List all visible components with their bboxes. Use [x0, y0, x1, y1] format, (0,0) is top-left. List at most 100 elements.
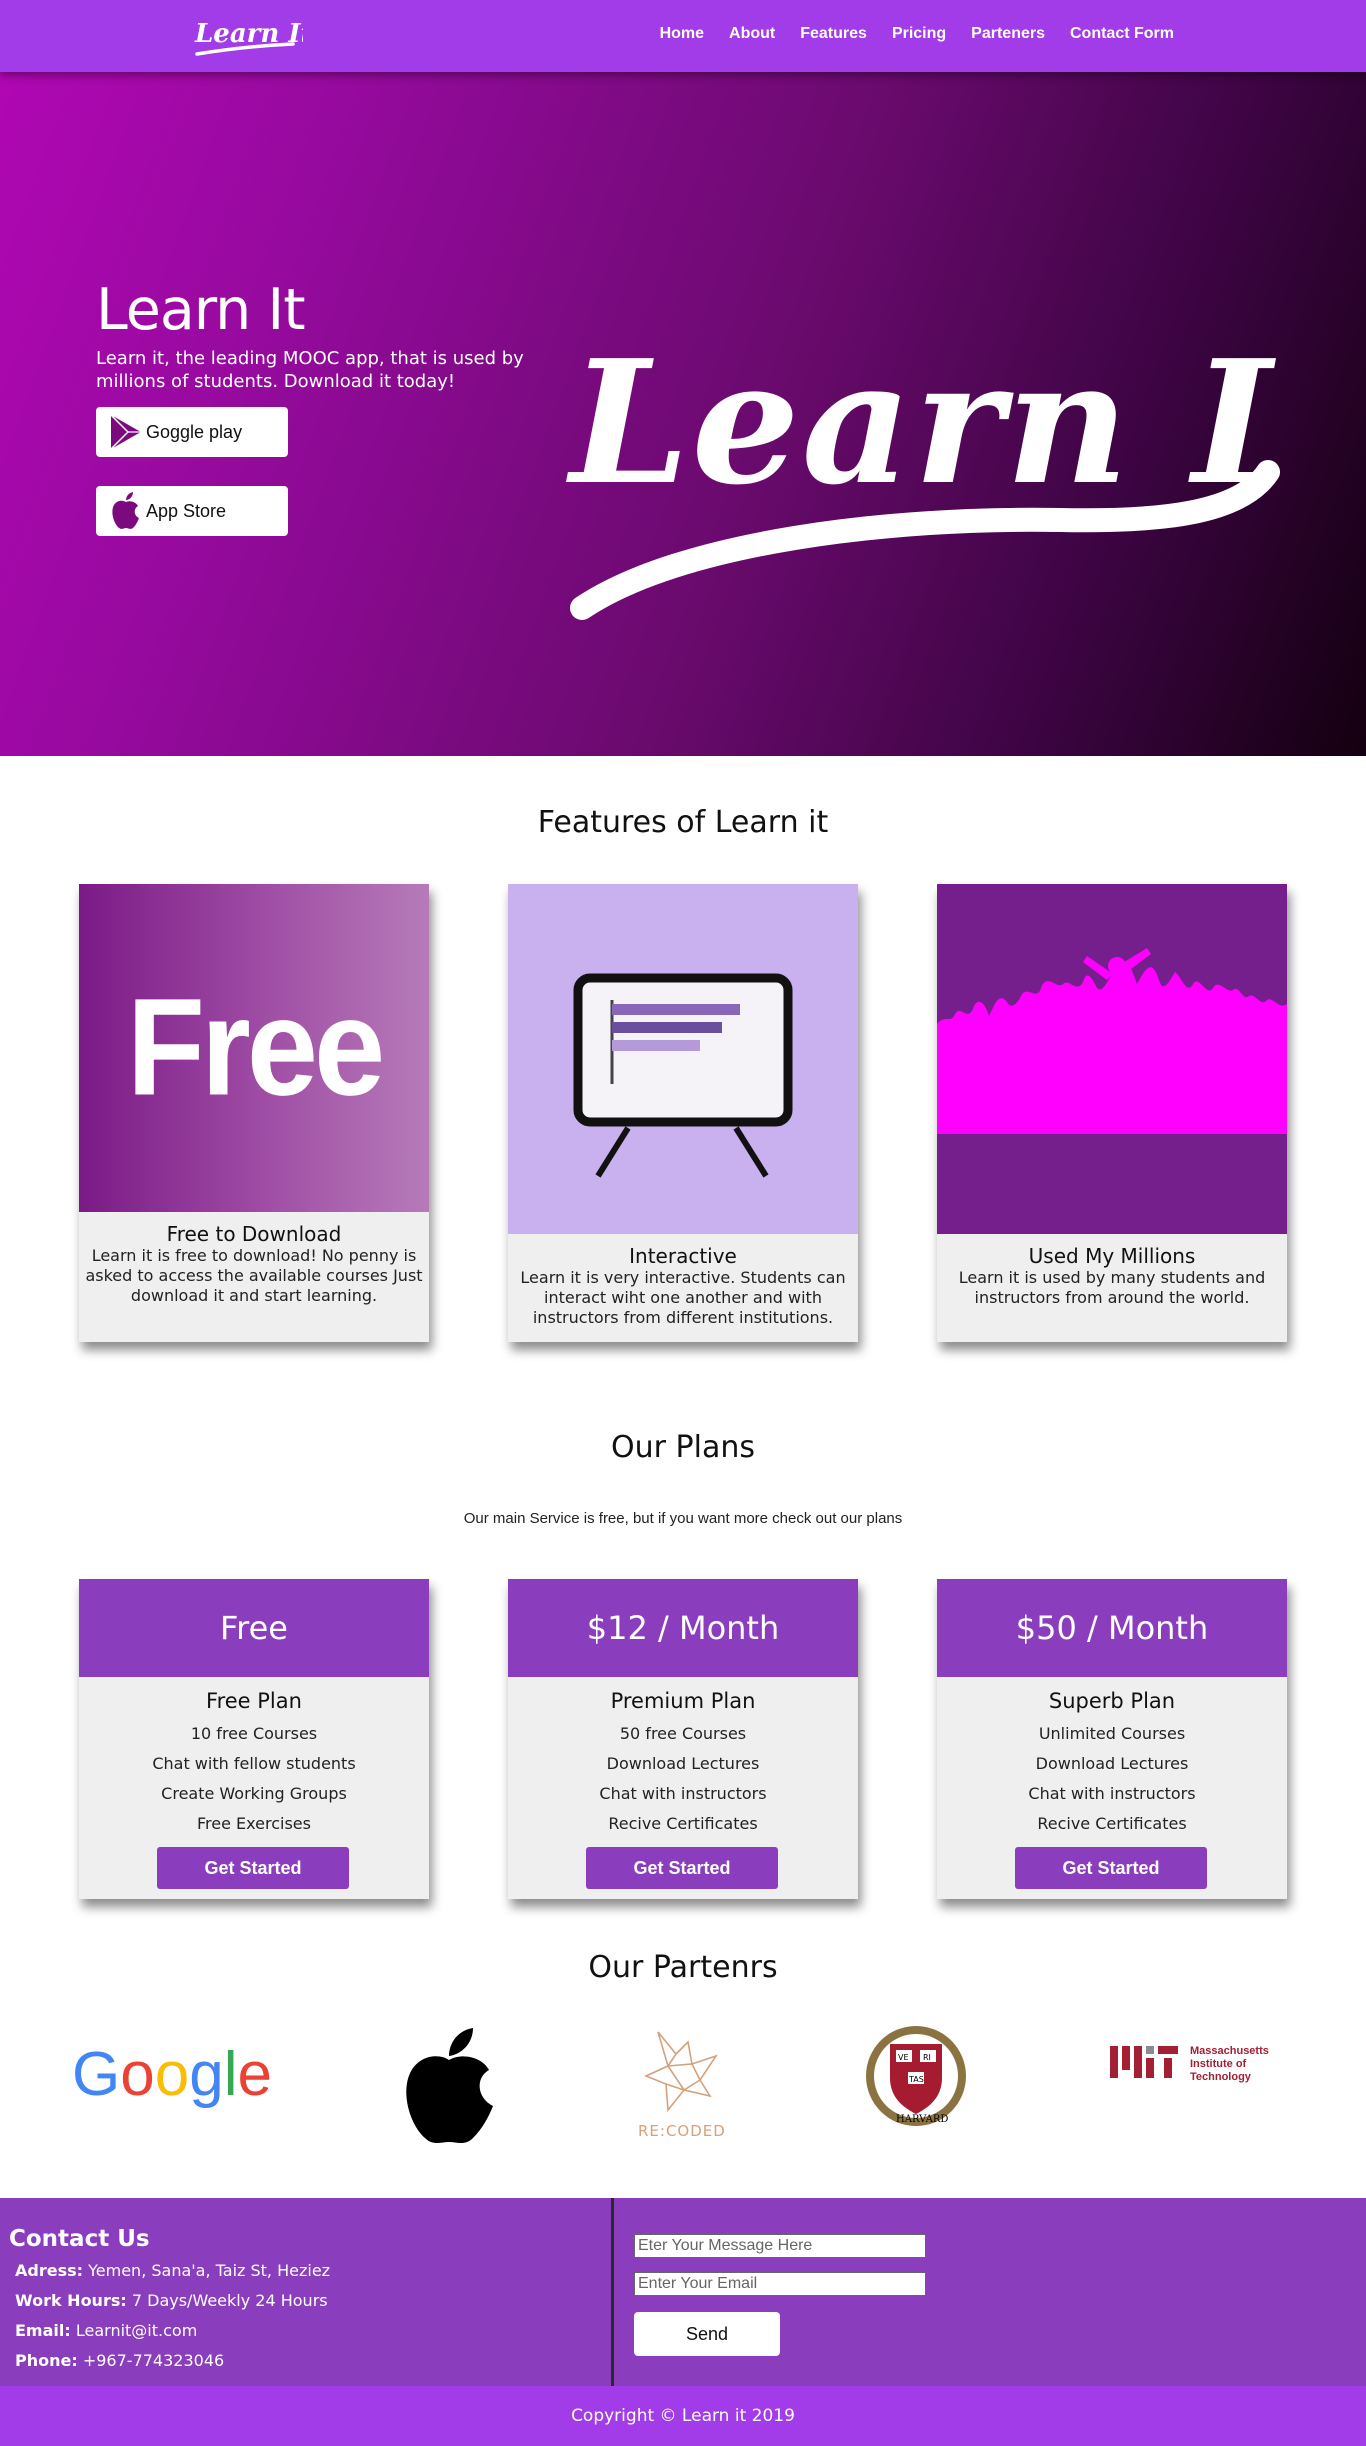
svg-text:Institute of: Institute of [1190, 2058, 1247, 2070]
plan-price: Free [79, 1579, 429, 1677]
features-title: Features of Learn it [537, 805, 829, 840]
plan-features: 50 free Courses Download Lectures Chat w… [508, 1719, 858, 1839]
google-play-button[interactable]: Goggle play [96, 407, 288, 457]
contact-address: Adress: Yemen, Sana'a, Taiz St, Heziez [15, 2261, 330, 2280]
plan-feature-item: Free Exercises [197, 1814, 311, 1833]
mit-logo: Massachusetts Institute of Technology [1110, 2045, 1269, 2083]
phone-value: +967-774323046 [82, 2351, 225, 2370]
svg-text:Learn It: Learn It [566, 323, 1280, 523]
plan-feature-item: Chat with instructors [1028, 1784, 1196, 1803]
plan-feature-item: Create Working Groups [161, 1784, 347, 1803]
hero-logo-wordmark: Learn It [566, 323, 1280, 620]
get-started-button[interactable]: Get Started [586, 1847, 778, 1889]
svg-text:HARVARD: HARVARD [896, 2114, 948, 2125]
contact-section: Contact Us Adress: Yemen, Sana'a, Taiz S… [0, 2198, 1366, 2386]
email-label: Email: [15, 2321, 71, 2340]
plan-price: $50 / Month [937, 1579, 1287, 1677]
plan-name: Superb Plan [1048, 1689, 1176, 1713]
svg-text:RI: RI [923, 2053, 931, 2062]
nav-link-about[interactable]: About [729, 25, 775, 43]
svg-text:RE:CODED: RE:CODED [638, 2122, 726, 2140]
send-button[interactable]: Send [634, 2312, 780, 2356]
presentation-image [508, 884, 858, 1234]
hero-title: Learn It [96, 277, 306, 343]
feature-card-interactive: Interactive Learn it is very interactive… [508, 884, 858, 1342]
plan-feature-item: 10 free Courses [190, 1724, 318, 1743]
mit-logo-bars [1110, 2046, 1178, 2078]
svg-text:TAS: TAS [908, 2075, 924, 2084]
hours-value: 7 Days/Weekly 24 Hours [131, 2291, 328, 2310]
plan-name: Premium Plan [610, 1689, 756, 1713]
feature-text: Learn it is used by many students and in… [958, 1268, 1266, 1307]
google-logo-text: Google [72, 2040, 270, 2109]
plan-feature-item: Recive Certificates [608, 1814, 758, 1833]
phone-label: Phone: [15, 2351, 78, 2370]
contact-title: Contact Us [9, 2226, 150, 2252]
crowd-icon [937, 948, 1287, 1134]
plan-card-free: Free Free Plan 10 free Courses Chat with… [79, 1579, 429, 1899]
top-navbar: Learn It Home About Features Pricing Par… [0, 0, 1366, 72]
address-value: Yemen, Sana'a, Taiz St, Heziez [88, 2261, 331, 2280]
email-value: Learnit@it.com [75, 2321, 198, 2340]
svg-text:Technology: Technology [1190, 2071, 1252, 2083]
svg-text:Massachusetts: Massachusetts [1190, 2045, 1269, 2057]
plan-name: Free Plan [206, 1689, 302, 1713]
harvard-logo: VE RI TAS HARVARD [866, 2026, 966, 2126]
feature-heading: Used My Millions [1028, 1244, 1196, 1268]
message-input[interactable]: Eter Your Message Here [634, 2234, 926, 2258]
plans-subtitle: Our main Service is free, but if you wan… [463, 1510, 903, 1527]
presentation-board-icon [573, 973, 793, 1178]
free-image-text: Free [126, 970, 385, 1125]
nav-links: Home About Features Pricing Parteners Co… [635, 0, 1174, 68]
nav-link-contact-form[interactable]: Contact Form [1070, 25, 1174, 43]
recoded-logo: RE:CODED [638, 2031, 726, 2140]
plan-feature-item: Download Lectures [1035, 1754, 1189, 1773]
email-input[interactable]: Enter Your Email [634, 2272, 926, 2296]
nav-link-pricing[interactable]: Pricing [892, 25, 946, 43]
google-play-icon [106, 412, 146, 452]
contact-phone: Phone: +967-774323046 [15, 2351, 224, 2370]
plan-card-superb: $50 / Month Superb Plan Unlimited Course… [937, 1579, 1287, 1899]
app-store-label: App Store [146, 500, 227, 521]
free-image: Free [79, 884, 429, 1212]
hero-subtitle: Learn it, the leading MOOC app, that is … [96, 348, 524, 392]
nav-logo[interactable]: Learn It [193, 10, 303, 60]
google-play-label: Goggle play [146, 421, 243, 442]
plan-feature-item: Unlimited Courses [1038, 1724, 1186, 1743]
hero-section: Learn It Learn it, the leading MOOC app,… [0, 72, 1366, 756]
feature-heading: Interactive [629, 1244, 737, 1268]
footer: Copyright © Learn it 2019 [0, 2386, 1366, 2446]
google-logo: Google [72, 2040, 270, 2109]
plan-feature-item: Chat with fellow students [152, 1754, 356, 1773]
nav-link-features[interactable]: Features [800, 25, 867, 43]
feature-heading: Free to Download [166, 1222, 342, 1246]
svg-text:VE: VE [898, 2053, 909, 2062]
plan-card-premium: $12 / Month Premium Plan 50 free Courses… [508, 1579, 858, 1899]
plan-feature-item: 50 free Courses [619, 1724, 747, 1743]
plan-features: 10 free Courses Chat with fellow student… [79, 1719, 429, 1839]
crowd-image [937, 884, 1287, 1234]
get-started-button[interactable]: Get Started [157, 1847, 349, 1889]
plan-features: Unlimited Courses Download Lectures Chat… [937, 1719, 1287, 1839]
apple-icon [106, 491, 146, 531]
plan-feature-item: Chat with instructors [599, 1784, 767, 1803]
contact-email: Email: Learnit@it.com [15, 2321, 197, 2340]
app-store-button[interactable]: App Store [96, 486, 288, 536]
partners-title: Our Partenrs [588, 1950, 778, 1985]
copyright-text: Copyright © Learn it 2019 [571, 2406, 795, 2426]
plan-price: $12 / Month [508, 1579, 858, 1677]
apple-logo [406, 2028, 493, 2143]
feature-text: Learn it is very interactive. Students c… [520, 1268, 846, 1327]
hours-label: Work Hours: [15, 2291, 127, 2310]
nav-link-home[interactable]: Home [660, 25, 704, 43]
feature-card-free: Free Free to Download Learn it is free t… [79, 884, 429, 1342]
feature-text: Learn it is free to download! No penny i… [85, 1246, 423, 1305]
feature-card-millions: Used My Millions Learn it is used by man… [937, 884, 1287, 1342]
nav-link-parteners[interactable]: Parteners [971, 25, 1045, 43]
plans-title: Our Plans [611, 1430, 755, 1465]
get-started-button[interactable]: Get Started [1015, 1847, 1207, 1889]
plan-feature-item: Recive Certificates [1037, 1814, 1187, 1833]
address-label: Adress: [15, 2261, 84, 2280]
plan-feature-item: Download Lectures [606, 1754, 760, 1773]
contact-hours: Work Hours: 7 Days/Weekly 24 Hours [15, 2291, 328, 2310]
